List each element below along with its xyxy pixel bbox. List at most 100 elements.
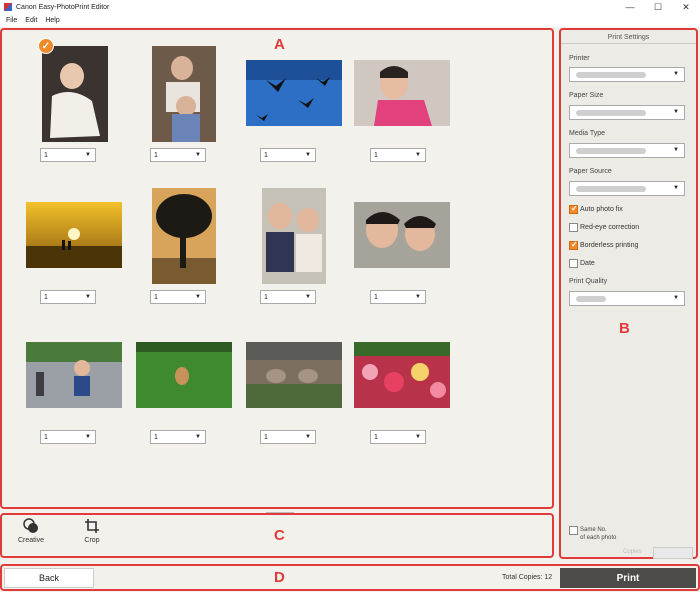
- chevron-down-icon: ▼: [85, 294, 91, 300]
- marker-c: C: [274, 527, 285, 544]
- same-no-sublabel: of each photo: [580, 535, 617, 541]
- photo-item: 1 ▼: [342, 184, 452, 319]
- borderless-label: Borderless printing: [580, 242, 639, 249]
- creative-filter-button[interactable]: Creative: [18, 518, 44, 544]
- photo-item: 1 ▼: [12, 184, 122, 319]
- same-no-checkbox[interactable]: Same No. of each photo: [569, 526, 616, 542]
- copies-label: Copies: [623, 549, 642, 555]
- crop-icon: [84, 518, 100, 534]
- tool-bar: Creative Crop C: [0, 513, 554, 558]
- maximize-button[interactable]: ☐: [644, 0, 672, 14]
- print-quality-select[interactable]: ▼: [569, 291, 685, 306]
- chevron-down-icon: ▼: [305, 152, 311, 158]
- menu-help[interactable]: Help: [41, 17, 63, 24]
- chevron-down-icon: ▼: [673, 71, 679, 77]
- chevron-down-icon: ▼: [673, 185, 679, 191]
- red-eye-checkbox[interactable]: Red-eye correction: [569, 223, 639, 232]
- copies-value: 1: [264, 293, 268, 301]
- photo-thumbnail[interactable]: [136, 342, 232, 408]
- photo-thumbnail[interactable]: [354, 342, 450, 408]
- photo-thumbnail[interactable]: [26, 342, 122, 408]
- copies-value: 1: [374, 293, 378, 301]
- photo-item: 1 ▼: [342, 324, 452, 459]
- paper-source-label: Paper Source: [569, 168, 612, 175]
- photo-item: 1 ▼: [232, 42, 342, 177]
- menu-file[interactable]: File: [2, 17, 21, 24]
- copies-dropdown[interactable]: 1 ▼: [370, 430, 426, 444]
- title-bar: Canon Easy-PhotoPrint Editor — ☐ ✕: [0, 0, 700, 14]
- checkbox-icon: [569, 240, 578, 250]
- borderless-checkbox[interactable]: Borderless printing: [569, 240, 639, 250]
- back-button[interactable]: Back: [4, 568, 94, 588]
- menu-edit[interactable]: Edit: [21, 17, 41, 24]
- window-title: Canon Easy-PhotoPrint Editor: [16, 3, 110, 11]
- close-button[interactable]: ✕: [672, 0, 700, 14]
- copies-dropdown[interactable]: 1 ▼: [40, 148, 96, 162]
- copies-dropdown[interactable]: 1 ▼: [150, 430, 206, 444]
- marker-b: B: [619, 320, 630, 337]
- copies-value: 1: [264, 433, 268, 441]
- photo-thumbnail[interactable]: [246, 60, 342, 126]
- copies-value: 1: [264, 151, 268, 159]
- same-no-label: Same No.: [580, 527, 607, 533]
- photo-item: 1 ▼: [232, 184, 342, 319]
- paper-source-select[interactable]: ▼: [569, 181, 685, 196]
- media-type-select[interactable]: ▼: [569, 143, 685, 158]
- copies-dropdown[interactable]: 1 ▼: [40, 290, 96, 304]
- crop-label: Crop: [84, 537, 100, 544]
- red-eye-label: Red-eye correction: [580, 224, 640, 231]
- copies-dropdown[interactable]: 1 ▼: [40, 430, 96, 444]
- copies-spinner[interactable]: [653, 547, 693, 559]
- chevron-down-icon: ▼: [85, 152, 91, 158]
- print-settings-panel: Print Settings Printer ▼ Paper Size ▼ Me…: [559, 28, 698, 559]
- printer-select[interactable]: ▼: [569, 67, 685, 82]
- copies-dropdown[interactable]: 1 ▼: [370, 290, 426, 304]
- date-checkbox[interactable]: Date: [569, 259, 595, 268]
- chevron-down-icon: ▼: [195, 434, 201, 440]
- chevron-down-icon: ▼: [305, 294, 311, 300]
- copies-dropdown[interactable]: 1 ▼: [260, 430, 316, 444]
- photo-thumbnail[interactable]: [152, 188, 216, 284]
- auto-photo-fix-checkbox[interactable]: Auto photo fix: [569, 204, 623, 214]
- minimize-button[interactable]: —: [616, 0, 644, 14]
- chevron-down-icon: ▼: [195, 294, 201, 300]
- copies-dropdown[interactable]: 1 ▼: [150, 148, 206, 162]
- photo-thumbnail[interactable]: [246, 342, 342, 408]
- photo-item: ✓ 1 ▼: [12, 38, 122, 177]
- selected-check-icon: ✓: [38, 38, 54, 54]
- panel-title: Print Settings: [561, 30, 696, 44]
- copies-dropdown[interactable]: 1 ▼: [150, 290, 206, 304]
- creative-label: Creative: [18, 537, 45, 544]
- photo-thumbnail[interactable]: [152, 46, 216, 142]
- photo-thumbnail[interactable]: [42, 46, 108, 142]
- paper-size-label: Paper Size: [569, 92, 604, 99]
- menu-bar: File Edit Help: [0, 14, 700, 27]
- bottom-bar: Back D Total Copies: 12 Print: [0, 564, 700, 591]
- photo-thumbnail[interactable]: [26, 202, 122, 268]
- photo-thumbnail[interactable]: [354, 60, 450, 126]
- copies-dropdown[interactable]: 1 ▼: [370, 148, 426, 162]
- print-quality-label: Print Quality: [569, 278, 608, 285]
- checkbox-icon: [569, 259, 578, 268]
- photo-item: 1 ▼: [122, 42, 232, 177]
- photo-thumbnail[interactable]: [262, 188, 326, 284]
- photo-thumbnail[interactable]: [354, 202, 450, 268]
- copies-dropdown[interactable]: 1 ▼: [260, 148, 316, 162]
- marker-d: D: [274, 569, 285, 586]
- date-label: Date: [580, 260, 595, 267]
- copies-value: 1: [154, 433, 158, 441]
- chevron-down-icon: ▼: [85, 434, 91, 440]
- print-button[interactable]: Print: [560, 568, 696, 588]
- crop-button[interactable]: Crop: [84, 518, 100, 544]
- paper-size-select[interactable]: ▼: [569, 105, 685, 120]
- checkbox-icon: [569, 204, 578, 214]
- chevron-down-icon: ▼: [415, 152, 421, 158]
- chevron-down-icon: ▼: [195, 152, 201, 158]
- photo-item: 1 ▼: [122, 184, 232, 319]
- media-type-label: Media Type: [569, 130, 606, 137]
- photo-item: 1 ▼: [122, 324, 232, 459]
- copies-dropdown[interactable]: 1 ▼: [260, 290, 316, 304]
- photo-item: 1 ▼: [12, 324, 122, 459]
- creative-filter-icon: [23, 518, 39, 534]
- printer-label: Printer: [569, 55, 590, 62]
